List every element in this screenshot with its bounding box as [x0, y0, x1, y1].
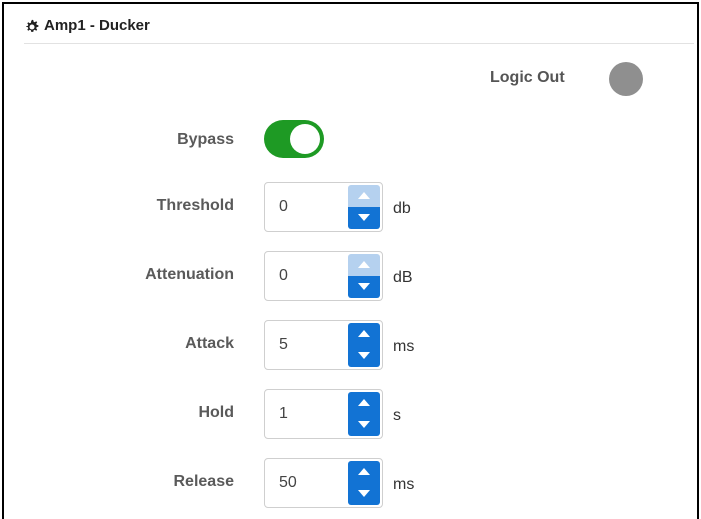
release-value: 50: [279, 474, 297, 491]
bypass-label: Bypass: [177, 131, 234, 148]
hold-decrement-button[interactable]: [348, 414, 380, 436]
attack-decrement-button[interactable]: [348, 345, 380, 367]
release-unit: ms: [393, 476, 415, 493]
chevron-down-icon: [358, 490, 370, 497]
bypass-toggle[interactable]: [264, 120, 324, 158]
release-input[interactable]: 50: [264, 458, 383, 508]
chevron-down-icon: [358, 214, 370, 221]
chevron-down-icon: [358, 421, 370, 428]
threshold-input[interactable]: 0: [264, 182, 383, 232]
chevron-up-icon: [358, 192, 370, 199]
chevron-down-icon: [358, 283, 370, 290]
chevron-up-icon: [358, 261, 370, 268]
attenuation-decrement-button[interactable]: [348, 276, 380, 298]
attenuation-input[interactable]: 0: [264, 251, 383, 301]
chevron-down-icon: [358, 352, 370, 359]
hold-increment-button[interactable]: [348, 392, 380, 414]
chevron-up-icon: [358, 399, 370, 406]
release-decrement-button[interactable]: [348, 483, 380, 505]
gear-icon: [26, 19, 39, 32]
threshold-value: 0: [279, 198, 288, 215]
logic-out-label: Logic Out: [490, 69, 565, 86]
hold-value: 1: [279, 405, 288, 422]
panel-header: Amp1 - Ducker: [24, 17, 694, 44]
logic-out-indicator: [609, 62, 643, 96]
attack-value: 5: [279, 336, 288, 353]
chevron-up-icon: [358, 468, 370, 475]
attack-label: Attack: [185, 335, 234, 352]
attenuation-label: Attenuation: [145, 266, 234, 283]
hold-input[interactable]: 1: [264, 389, 383, 439]
ducker-panel: Amp1 - Ducker Logic Out Bypass Threshold…: [2, 2, 699, 519]
attenuation-value: 0: [279, 267, 288, 284]
threshold-decrement-button[interactable]: [348, 207, 380, 229]
attenuation-increment-button[interactable]: [348, 254, 380, 276]
attenuation-unit: dB: [393, 269, 413, 286]
release-label: Release: [173, 473, 235, 490]
toggle-knob: [290, 124, 320, 154]
attack-increment-button[interactable]: [348, 323, 380, 345]
threshold-unit: db: [393, 200, 411, 217]
release-increment-button[interactable]: [348, 461, 380, 483]
threshold-label: Threshold: [156, 197, 234, 214]
attack-unit: ms: [393, 338, 415, 355]
panel-title: Amp1 - Ducker: [44, 17, 150, 34]
hold-unit: s: [393, 407, 401, 424]
hold-label: Hold: [198, 404, 234, 421]
attack-input[interactable]: 5: [264, 320, 383, 370]
chevron-up-icon: [358, 330, 370, 337]
threshold-increment-button[interactable]: [348, 185, 380, 207]
